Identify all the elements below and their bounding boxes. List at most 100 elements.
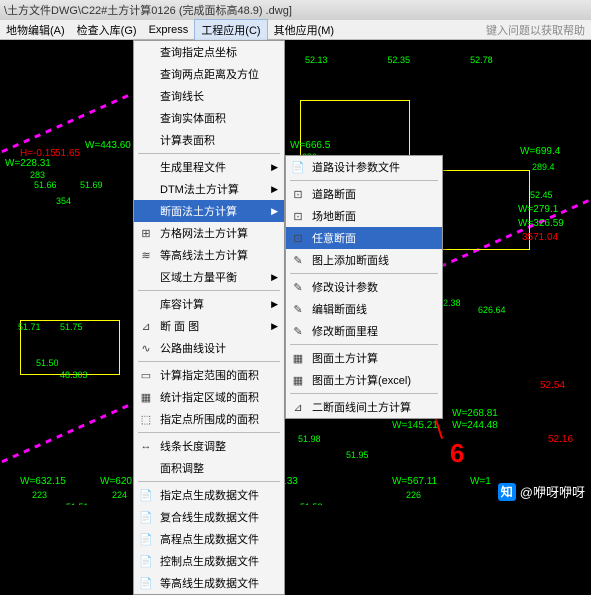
eng-menu-item-19[interactable]: ⬚ 指定点所围成的面积 [134, 408, 284, 430]
menu-icon: ⬚ [138, 411, 154, 427]
h-label: H=-0.15 [20, 148, 56, 159]
menu-icon: 📄 [290, 159, 306, 175]
menu-item-check[interactable]: 检查入库(G) [71, 20, 143, 40]
submenu-arrow-icon: ▶ [271, 321, 278, 332]
submenu-arrow-icon: ▶ [271, 272, 278, 283]
point-label: 226 [406, 490, 421, 500]
eng-menu-item-1[interactable]: 查询两点距离及方位 [134, 63, 284, 85]
grid-value: 52.35 [388, 55, 411, 65]
menu-label: 库容计算 [160, 296, 204, 312]
menu-label: 图面土方计算(excel) [312, 372, 411, 388]
section-menu-item-14[interactable]: ⊿二断面线间土方计算 [286, 396, 442, 418]
menu-icon [138, 203, 154, 219]
menu-icon: ▦ [290, 350, 306, 366]
eng-menu-item-10[interactable]: ≋ 等高线法土方计算 [134, 244, 284, 266]
h-label: 3571.04 [522, 232, 558, 243]
section-menu-item-4[interactable]: ⊡任意断面 [286, 227, 442, 249]
eng-menu-item-3[interactable]: 查询实体面积 [134, 107, 284, 129]
section-menu-item-7[interactable]: ✎修改设计参数 [286, 276, 442, 298]
menu-icon: ↔ [138, 438, 154, 454]
section-menu-item-2[interactable]: ⊡道路断面 [286, 183, 442, 205]
menu-label: 修改设计参数 [312, 279, 378, 295]
menu-icon: ▭ [138, 367, 154, 383]
w-label: W=567.11 [392, 476, 437, 487]
menu-separator [138, 361, 280, 362]
eng-menu-item-0[interactable]: 查询指定点坐标 [134, 41, 284, 63]
menu-label: 查询两点距离及方位 [160, 66, 259, 82]
menu-icon [138, 460, 154, 476]
eng-menu-item-25[interactable]: 📄复合线生成数据文件 [134, 506, 284, 528]
eng-menu-item-17[interactable]: ▭计算指定范围的面积 [134, 364, 284, 386]
eng-menu-item-6[interactable]: 生成里程文件 ▶ [134, 156, 284, 178]
section-menu-item-9[interactable]: ✎修改断面里程 [286, 320, 442, 342]
section-menu-item-5[interactable]: ✎ 图上添加断面线 [286, 249, 442, 271]
w-label: W=244.48 [452, 420, 498, 431]
eng-menu-item-2[interactable]: 查询线长 [134, 85, 284, 107]
eng-menu-item-13[interactable]: 库容计算▶ [134, 293, 284, 315]
point-label: 52.45 [530, 190, 553, 200]
grid-value: 52.78 [470, 55, 493, 65]
menu-icon: ✎ [290, 301, 306, 317]
menu-separator [290, 393, 438, 394]
menu-separator [290, 273, 438, 274]
point-label: 354 [56, 196, 71, 206]
section-menu-item-3[interactable]: ⊡场地断面 [286, 205, 442, 227]
section-menu-item-12[interactable]: ▦ 图面土方计算(excel) [286, 369, 442, 391]
menu-label: 公路曲线设计 [160, 340, 226, 356]
menu-icon [138, 66, 154, 82]
menu-icon: ≋ [138, 247, 154, 263]
eng-menu-item-21[interactable]: ↔线条长度调整 [134, 435, 284, 457]
menu-icon [138, 44, 154, 60]
menu-label: 查询实体面积 [160, 110, 226, 126]
w-label: W=228.31 [5, 158, 51, 169]
annotation-number: 6 [450, 438, 464, 469]
menu-icon: ▦ [290, 372, 306, 388]
eng-menu-item-8[interactable]: 断面法土方计算▶ [134, 200, 284, 222]
menu-label: 修改断面里程 [312, 323, 378, 339]
menu-separator [138, 153, 280, 154]
menu-label: 图上添加断面线 [312, 252, 389, 268]
watermark: 知 @咿呀咿呀 [498, 482, 585, 501]
eng-menu-item-18[interactable]: ▦统计指定区域的面积 [134, 386, 284, 408]
eng-menu-item-26[interactable]: 📄高程点生成数据文件 [134, 528, 284, 550]
menu-label: 道路设计参数文件 [312, 159, 400, 175]
menu-label: 统计指定区域的面积 [160, 389, 259, 405]
menu-item-engineering[interactable]: 工程应用(C) [194, 19, 267, 41]
menu-icon: 📄 [138, 531, 154, 547]
menu-icon [138, 88, 154, 104]
eng-menu-item-11[interactable]: 区域土方量平衡 ▶ [134, 266, 284, 288]
eng-menu-item-22[interactable]: 面积调整 [134, 457, 284, 479]
eng-menu-item-9[interactable]: ⊞方格网法土方计算 [134, 222, 284, 244]
menu-label: DTM法土方计算 [160, 181, 239, 197]
submenu-arrow-icon: ▶ [271, 162, 278, 173]
menu-separator [290, 344, 438, 345]
menu-label: 指定点所围成的面积 [160, 411, 259, 427]
menu-item-edit[interactable]: 地物编辑(A) [0, 20, 71, 40]
zhihu-logo-icon: 知 [498, 483, 516, 501]
menu-item-express[interactable]: Express [143, 22, 195, 38]
eng-menu-item-4[interactable]: 计算表面积 [134, 129, 284, 151]
w-label: W=326.59 [518, 218, 564, 229]
menu-separator [138, 432, 280, 433]
section-menu-item-0[interactable]: 📄 道路设计参数文件 [286, 156, 442, 178]
eng-menu-item-7[interactable]: DTM法土方计算▶ [134, 178, 284, 200]
section-menu-item-8[interactable]: ✎编辑断面线 [286, 298, 442, 320]
menu-label: 生成里程文件 [160, 159, 226, 175]
eng-menu-item-27[interactable]: 📄控制点生成数据文件 [134, 550, 284, 572]
menu-item-other[interactable]: 其他应用(M) [268, 20, 341, 40]
eng-menu-item-15[interactable]: ∿公路曲线设计 [134, 337, 284, 359]
menu-label: 区域土方量平衡 [160, 269, 237, 285]
eng-menu-item-28[interactable]: 📄等高线生成数据文件 [134, 572, 284, 594]
menu-icon: 📄 [138, 509, 154, 525]
menu-label: 计算表面积 [160, 132, 215, 148]
menu-icon: ✎ [290, 252, 306, 268]
w-label: W=1 [470, 476, 491, 487]
eng-menu-item-24[interactable]: 📄指定点生成数据文件 [134, 484, 284, 506]
menu-icon [138, 132, 154, 148]
menu-label: 等高线法土方计算 [160, 247, 248, 263]
help-search[interactable]: 键入问题以获取帮助 [486, 22, 591, 38]
eng-menu-item-14[interactable]: ⊿断 面 图▶ [134, 315, 284, 337]
point-label: 51.98 [298, 434, 321, 444]
menu-label: 二断面线间土方计算 [312, 399, 411, 415]
section-menu-item-11[interactable]: ▦图面土方计算 [286, 347, 442, 369]
